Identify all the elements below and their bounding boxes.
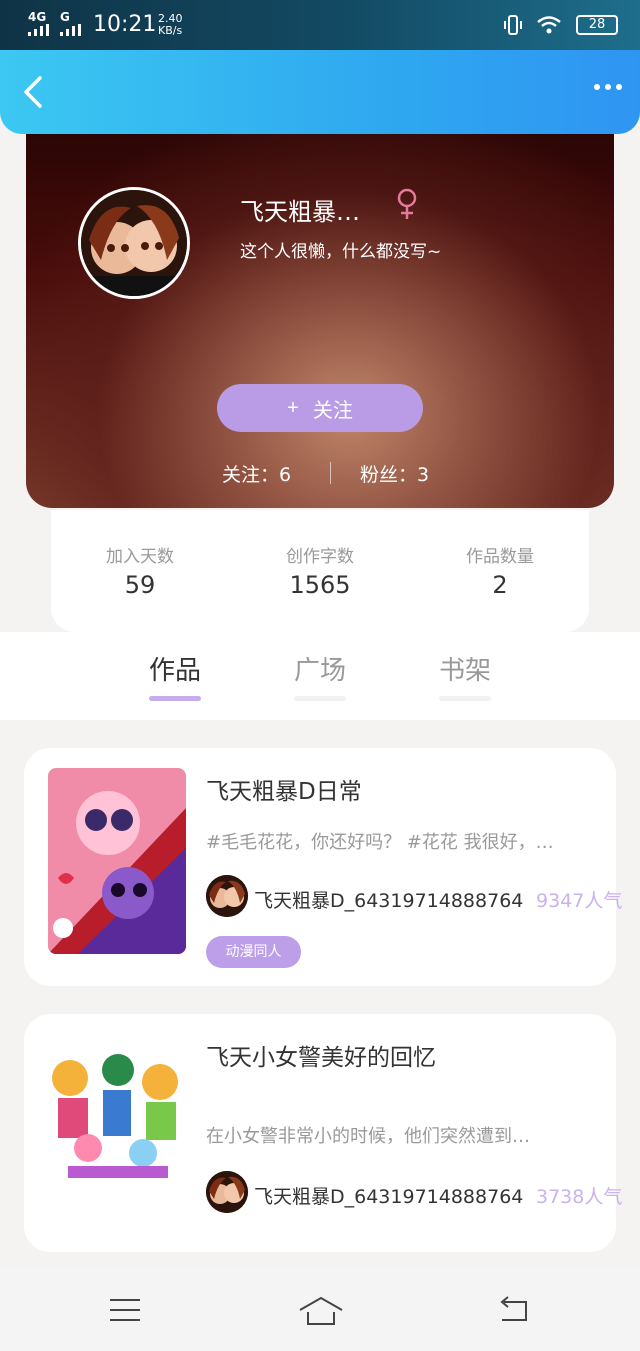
back-nav-button[interactable] [496,1296,532,1328]
stat-label: 作品数量 [466,547,534,567]
following-count: 6 [279,464,292,486]
stat-join-days: 加入天数 59 [70,542,210,599]
popularity: 9347人气 [536,890,623,912]
tab-indicator [439,696,491,701]
author-avatar-image [206,1171,248,1213]
more-button[interactable] [594,84,622,90]
system-nav-bar [0,1270,640,1351]
status-icons: 28 [504,14,618,36]
author-name: 飞天粗暴D_64319714888764 [254,1186,524,1208]
home-button[interactable] [298,1296,344,1330]
plus-icon: + [287,396,299,419]
stat-works-count: 作品数量 2 [430,542,570,599]
back-icon [500,1296,527,1321]
work-card[interactable]: 飞天粗暴D日常 #毛毛花花，你还好吗？ #花花 我很好，… 飞天粗暴D_6431… [24,748,622,986]
home-icon [299,1296,343,1325]
avatar-image [81,190,187,296]
more-dots-icon [594,84,600,90]
tab-bookshelf[interactable]: 书架 [425,650,505,687]
work-title: 飞天小女警美好的回忆 [206,1045,436,1071]
profile-bio: 这个人很懒，什么都没写~ [240,242,442,262]
stat-value: 2 [492,571,508,599]
signal-bars-icon [28,24,49,36]
follow-stats: 关注：6 粉丝：3 [0,460,640,486]
author-avatar [206,1171,248,1213]
back-button[interactable] [18,72,52,112]
following-label: 关注： [222,464,280,486]
tab-indicator [294,696,346,701]
vibrate-icon [504,15,522,35]
stat-value: 1565 [289,571,351,599]
tab-square[interactable]: 广场 [280,650,360,687]
stat-value: 59 [124,571,156,599]
stat-word-count: 创作字数 1565 [250,542,390,599]
tab-works[interactable]: 作品 [135,650,215,687]
net-speed-unit: KB/s [158,24,183,37]
top-nav-bar [0,50,640,134]
work-desc: 在小女警非常小的时候，他们突然遭到… [206,1126,530,1147]
author-avatar-image [206,875,248,917]
menu-button[interactable] [108,1296,142,1328]
female-icon [397,188,417,219]
signal-bars-2-icon [60,24,81,36]
more-dot [605,84,611,90]
wifi-icon [537,16,561,34]
work-cover-image [48,768,186,954]
status-bar: 4G G 10:21 2.40 KB/s 28 [0,0,640,50]
genre-tag[interactable]: 动漫同人 [206,936,301,968]
tab-bar: 作品 广场 书架 [0,632,640,720]
fans-count: 3 [417,464,430,486]
fans-link[interactable]: 粉丝：3 [360,460,429,487]
avatar[interactable] [78,187,190,299]
menu-icon [110,1299,140,1321]
signal-g: G [60,10,70,24]
chevron-left-icon [24,76,42,108]
stat-label: 加入天数 [106,547,174,567]
stat-label: 创作字数 [286,547,354,567]
work-cover [48,768,186,954]
work-cover [48,1048,186,1198]
profile-cover [26,128,614,508]
battery-icon: 28 [576,15,618,35]
work-card[interactable]: 飞天小女警美好的回忆 在小女警非常小的时候，他们突然遭到… 飞天粗暴D_6431… [24,1014,622,1252]
more-dot [616,84,622,90]
work-cover-image [48,1048,186,1198]
following-link[interactable]: 关注：6 [222,460,291,487]
author-avatar [206,875,248,917]
divider [330,462,331,484]
tab-indicator-active [149,696,201,701]
author-name: 飞天粗暴D_64319714888764 [254,890,524,912]
work-desc: #毛毛花花，你还好吗？ #花花 我很好，… [206,832,554,853]
popularity: 3738人气 [536,1186,623,1208]
work-title: 飞天粗暴D日常 [206,779,362,805]
fans-label: 粉丝： [360,464,418,486]
clock: 10:21 [93,12,157,37]
stats-card: 加入天数 59 创作字数 1565 作品数量 2 [51,510,589,632]
follow-button[interactable]: + 关注 [217,384,423,432]
follow-label: 关注 [312,399,353,422]
signal-4g: 4G [28,10,47,24]
profile-name: 飞天粗暴… [240,198,360,226]
net-speed: 2.40 KB/s [158,13,183,37]
